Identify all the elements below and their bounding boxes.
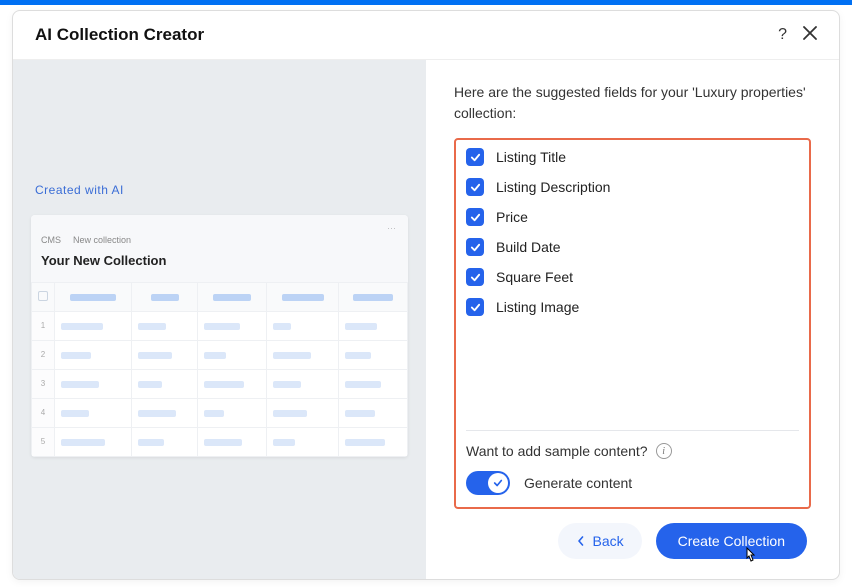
cursor-pointer-icon: [743, 546, 759, 569]
preview-table: 1 2 3 4 5: [31, 282, 408, 457]
footer-actions: Back Create Collection: [454, 509, 811, 563]
table-row: 3: [32, 369, 408, 398]
ai-collection-modal: AI Collection Creator ? Created with AI …: [12, 10, 840, 580]
table-row: 1: [32, 311, 408, 340]
sample-prompt-text: Want to add sample content?: [466, 443, 648, 459]
preview-window-controls: ···: [41, 223, 398, 233]
field-label: Listing Image: [496, 299, 579, 315]
collection-preview-card: ··· CMS New collection Your New Collecti…: [31, 215, 408, 457]
create-button-label: Create Collection: [678, 533, 785, 549]
back-button-label: Back: [592, 533, 623, 549]
field-label: Price: [496, 209, 528, 225]
field-row-build-date: Build Date: [466, 232, 799, 262]
close-icon[interactable]: [803, 26, 817, 44]
back-button[interactable]: Back: [558, 523, 641, 559]
help-icon[interactable]: ?: [778, 27, 787, 43]
generate-content-toggle[interactable]: [466, 471, 510, 495]
section-divider: [466, 430, 799, 431]
table-row: 4: [32, 398, 408, 427]
app-top-accent: [0, 0, 852, 5]
breadcrumb: CMS New collection: [41, 235, 398, 245]
modal-title: AI Collection Creator: [35, 25, 204, 45]
checkbox-listing-title[interactable]: [466, 148, 484, 166]
field-row-listing-image: Listing Image: [466, 292, 799, 322]
table-row: 2: [32, 340, 408, 369]
table-row: 5: [32, 427, 408, 456]
ai-badge: Created with AI: [35, 183, 408, 197]
field-row-price: Price: [466, 202, 799, 232]
generate-content-row: Generate content: [466, 471, 799, 495]
preview-collection-title: Your New Collection: [41, 251, 398, 278]
breadcrumb-cms: CMS: [41, 235, 61, 245]
checkbox-build-date[interactable]: [466, 238, 484, 256]
breadcrumb-new-collection: New collection: [73, 235, 131, 245]
fields-panel: Here are the suggested fields for your '…: [426, 60, 839, 579]
sample-content-prompt-row: Want to add sample content? i: [466, 443, 799, 459]
preview-header: ··· CMS New collection Your New Collecti…: [31, 215, 408, 282]
field-label: Listing Title: [496, 149, 566, 165]
header-actions: ?: [778, 26, 817, 44]
checkbox-listing-image[interactable]: [466, 298, 484, 316]
field-label: Square Feet: [496, 269, 573, 285]
preview-select-all: [38, 291, 48, 301]
checkbox-square-feet[interactable]: [466, 268, 484, 286]
checkbox-listing-description[interactable]: [466, 178, 484, 196]
suggested-fields-box: Listing Title Listing Description Price …: [454, 138, 811, 509]
field-row-square-feet: Square Feet: [466, 262, 799, 292]
field-label: Listing Description: [496, 179, 610, 195]
info-icon[interactable]: i: [656, 443, 672, 459]
preview-panel: Created with AI ··· CMS New collection Y…: [13, 60, 426, 579]
checkbox-price[interactable]: [466, 208, 484, 226]
modal-body: Created with AI ··· CMS New collection Y…: [13, 60, 839, 579]
modal-header: AI Collection Creator ?: [13, 11, 839, 60]
intro-text: Here are the suggested fields for your '…: [454, 82, 811, 124]
field-row-listing-title: Listing Title: [466, 142, 799, 172]
chevron-left-icon: [576, 536, 586, 546]
field-row-listing-description: Listing Description: [466, 172, 799, 202]
field-label: Build Date: [496, 239, 561, 255]
toggle-label: Generate content: [524, 475, 632, 491]
create-collection-button[interactable]: Create Collection: [656, 523, 807, 559]
toggle-knob: [488, 473, 508, 493]
